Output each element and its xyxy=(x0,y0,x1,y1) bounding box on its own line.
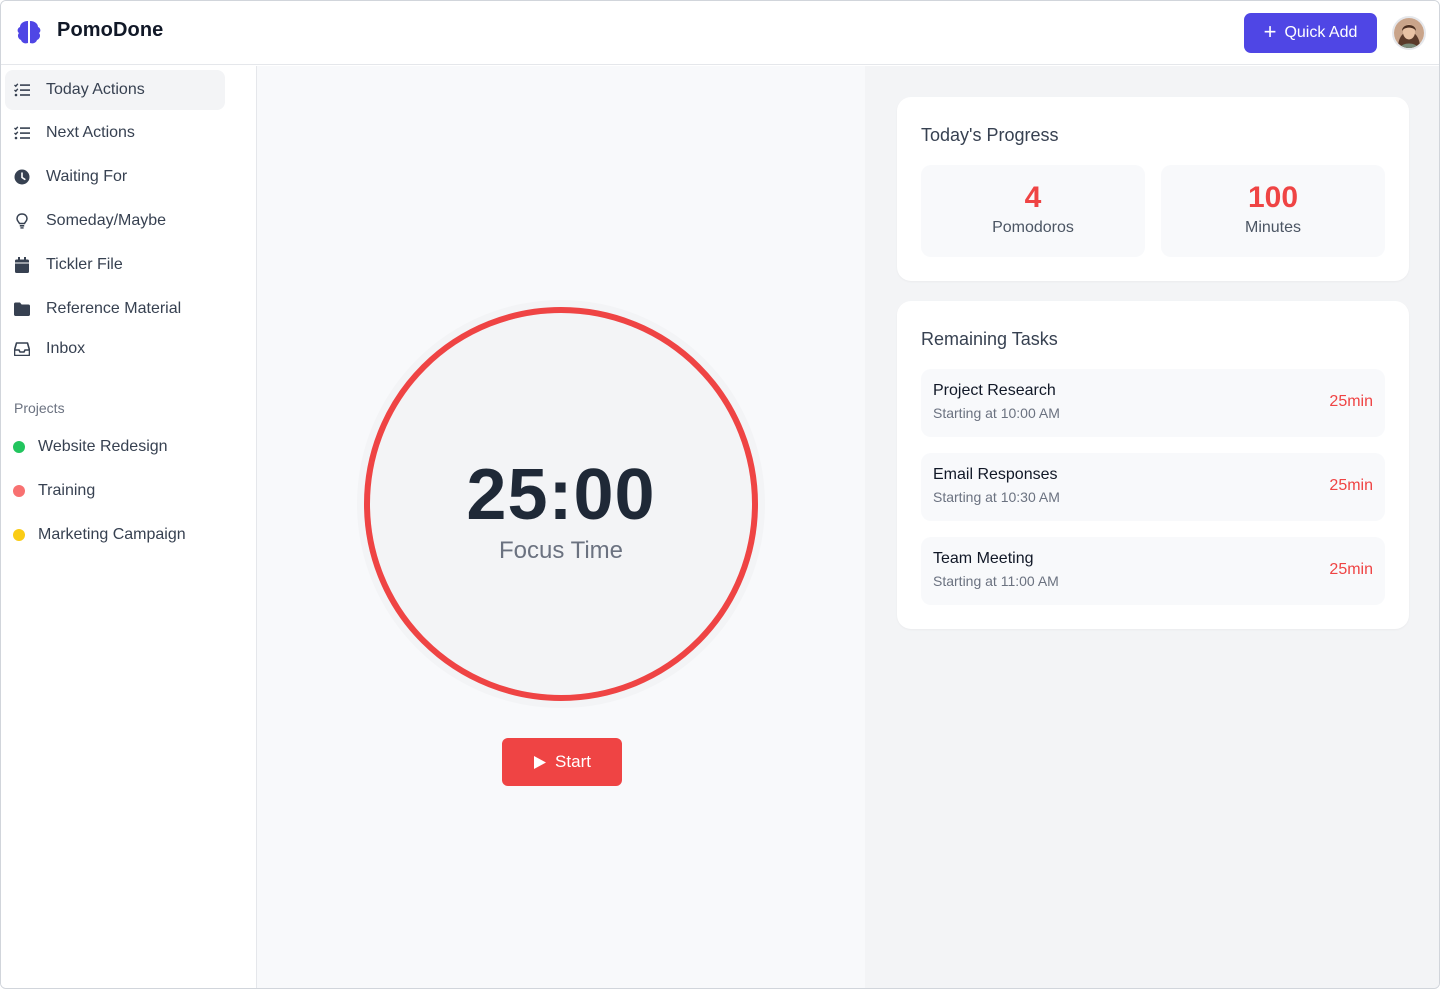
stat-value: 4 xyxy=(1024,181,1042,214)
sidebar: Today Actions Next Actions Waiting For S… xyxy=(1,66,257,988)
project-item-website-redesign[interactable]: Website Redesign xyxy=(13,435,168,459)
checklist-icon xyxy=(13,81,31,99)
top-header: PomoDone + Quick Add xyxy=(1,1,1439,65)
sidebar-item-label: Today Actions xyxy=(46,81,145,98)
project-item-training[interactable]: Training xyxy=(13,479,95,503)
task-duration: 25min xyxy=(1329,393,1373,410)
sidebar-item-label: Someday/Maybe xyxy=(46,212,167,229)
sidebar-item-waiting-for[interactable]: Waiting For xyxy=(5,157,225,197)
user-avatar[interactable] xyxy=(1392,16,1426,50)
sidebar-item-label: Tickler File xyxy=(46,256,123,273)
sidebar-item-label: Inbox xyxy=(46,340,86,357)
task-duration: 25min xyxy=(1329,561,1373,578)
task-start-time: Starting at 10:30 AM xyxy=(933,489,1060,505)
task-item[interactable]: Project Research Starting at 10:00 AM 25… xyxy=(921,369,1385,437)
start-button[interactable]: Start xyxy=(502,738,622,786)
play-icon xyxy=(534,755,547,769)
stat-pomodoros: 4 Pomodoros xyxy=(921,165,1145,257)
sidebar-item-label: Reference Material xyxy=(46,300,182,317)
task-start-time: Starting at 11:00 AM xyxy=(933,573,1059,589)
projects-heading: Projects xyxy=(14,400,65,416)
project-label: Marketing Campaign xyxy=(38,526,186,543)
app-title: PomoDone xyxy=(57,19,164,41)
checklist-icon xyxy=(13,124,31,142)
timer-mode-label: Focus Time xyxy=(498,537,624,564)
app-window: PomoDone + Quick Add Today Actions Next … xyxy=(0,0,1440,989)
task-name: Team Meeting xyxy=(933,550,1034,567)
stat-label: Pomodoros xyxy=(992,219,1074,236)
sidebar-item-reference-material[interactable]: Reference Material xyxy=(5,289,225,329)
task-name: Project Research xyxy=(933,382,1056,399)
project-item-marketing-campaign[interactable]: Marketing Campaign xyxy=(13,523,186,547)
project-label: Website Redesign xyxy=(38,438,168,455)
timer-panel: 25:00 Focus Time Start xyxy=(257,66,865,988)
plus-icon: + xyxy=(1263,19,1277,44)
task-start-time: Starting at 10:00 AM xyxy=(933,405,1060,421)
sidebar-item-next-actions[interactable]: Next Actions xyxy=(5,113,225,153)
project-label: Training xyxy=(38,482,96,499)
lightbulb-icon xyxy=(13,212,31,230)
progress-title: Today's Progress xyxy=(921,125,1059,145)
stat-value: 100 xyxy=(1247,181,1299,214)
start-label: Start xyxy=(555,752,591,771)
brain-icon xyxy=(17,21,41,44)
task-item[interactable]: Email Responses Starting at 10:30 AM 25m… xyxy=(921,453,1385,521)
sidebar-item-label: Next Actions xyxy=(46,124,135,141)
sidebar-item-tickler-file[interactable]: Tickler File xyxy=(5,245,225,285)
remaining-tasks-title: Remaining Tasks xyxy=(921,329,1058,349)
task-duration: 25min xyxy=(1329,477,1373,494)
project-color-dot xyxy=(13,441,25,453)
remaining-tasks-card: Remaining Tasks Project Research Startin… xyxy=(897,301,1409,629)
project-color-dot xyxy=(13,485,25,497)
project-color-dot xyxy=(13,529,25,541)
quick-add-label: Quick Add xyxy=(1284,24,1358,41)
avatar-image xyxy=(1394,18,1424,48)
task-name: Email Responses xyxy=(933,466,1058,483)
stat-label: Minutes xyxy=(1244,219,1302,236)
sidebar-item-someday-maybe[interactable]: Someday/Maybe xyxy=(5,201,225,241)
timer-display: 25:00 xyxy=(466,455,656,535)
task-item[interactable]: Team Meeting Starting at 11:00 AM 25min xyxy=(921,537,1385,605)
inbox-icon xyxy=(13,340,31,358)
clock-icon xyxy=(13,168,31,186)
sidebar-item-label: Waiting For xyxy=(46,168,128,185)
stat-minutes: 100 Minutes xyxy=(1161,165,1385,257)
sidebar-item-today-actions[interactable]: Today Actions xyxy=(5,70,225,110)
calendar-icon xyxy=(13,256,31,274)
progress-card: Today's Progress 4 Pomodoros 100 Minutes xyxy=(897,97,1409,281)
folder-icon xyxy=(13,300,31,318)
quick-add-button[interactable]: + Quick Add xyxy=(1244,13,1377,53)
sidebar-item-inbox[interactable]: Inbox xyxy=(5,329,225,369)
right-panel: Today's Progress 4 Pomodoros 100 Minutes… xyxy=(865,66,1439,988)
